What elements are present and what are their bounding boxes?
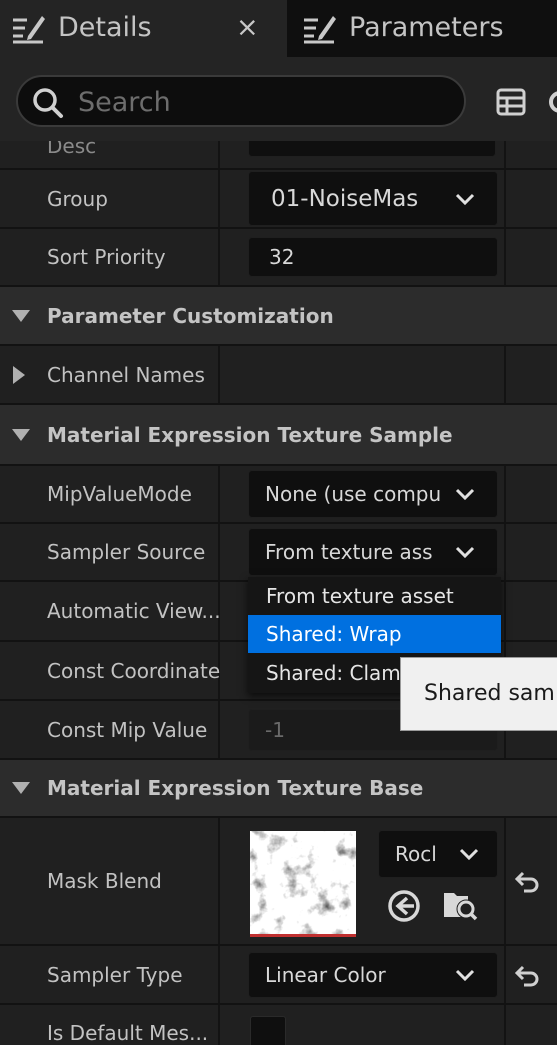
- gear-icon[interactable]: [545, 87, 557, 117]
- chevron-down-icon: [455, 969, 475, 981]
- sampler-type-value: Linear Color: [265, 963, 386, 987]
- tooltip: Shared sam: [400, 657, 557, 731]
- property-row-mip-value-mode: MipValueMode None (use compu: [0, 466, 557, 524]
- channel-names-label: Channel Names: [47, 362, 205, 387]
- sort-priority-label: Sort Priority: [47, 245, 166, 269]
- chevron-down-icon: [455, 546, 475, 558]
- menu-item-label: Shared: Wrap: [266, 622, 402, 646]
- category-texture-base[interactable]: Material Expression Texture Base: [0, 760, 557, 818]
- automatic-view-label: Automatic View...: [47, 599, 221, 623]
- menu-item-from-texture-asset[interactable]: From texture asset: [248, 577, 501, 615]
- category-texture-sample[interactable]: Material Expression Texture Sample: [0, 405, 557, 466]
- category-parameter-customization[interactable]: Parameter Customization: [0, 287, 557, 346]
- is-default-mesh-checkbox[interactable]: [250, 1016, 286, 1045]
- property-row-sort-priority: Sort Priority 32: [0, 229, 557, 287]
- chevron-down-icon: [455, 488, 475, 500]
- tab-details-label: Details: [58, 12, 152, 43]
- group-value: 01-NoiseMas: [271, 185, 419, 212]
- menu-item-label: From texture asset: [266, 584, 454, 608]
- tab-details[interactable]: Details ×: [0, 0, 287, 57]
- collapse-arrow-icon: [12, 782, 30, 794]
- desc-label: Desc: [47, 141, 97, 159]
- collapse-arrow-icon: [12, 309, 30, 322]
- menu-item-shared-wrap[interactable]: Shared: Wrap: [248, 615, 501, 653]
- group-combo[interactable]: 01-NoiseMas: [248, 171, 498, 226]
- mip-value-mode-label: MipValueMode: [47, 482, 192, 506]
- search-icon: [33, 88, 63, 118]
- search-box[interactable]: [16, 75, 466, 127]
- sampler-type-combo[interactable]: Linear Color: [248, 952, 498, 998]
- sort-priority-value: 32: [269, 245, 295, 269]
- tab-parameters-label: Parameters: [349, 12, 504, 43]
- property-row-sampler-type: Sampler Type Linear Color: [0, 946, 557, 1005]
- table-icon[interactable]: [496, 87, 526, 117]
- close-icon[interactable]: ×: [236, 12, 259, 43]
- use-selected-asset-icon[interactable]: [387, 889, 421, 923]
- mip-value-mode-combo[interactable]: None (use compu: [248, 470, 498, 518]
- mip-value-mode-value: None (use compu: [265, 482, 441, 506]
- search-input[interactable]: [78, 86, 458, 118]
- chevron-down-icon: [459, 848, 479, 860]
- const-coordinate-label: Const Coordinate: [47, 658, 221, 683]
- const-mip-value-value: -1: [265, 718, 285, 742]
- reset-to-default-icon[interactable]: [514, 870, 542, 894]
- sampler-source-combo[interactable]: From texture ass: [248, 528, 498, 576]
- noise-texture-image: [250, 831, 356, 934]
- reset-to-default-icon[interactable]: [514, 964, 542, 988]
- mask-blend-label: Mask Blend: [47, 869, 162, 893]
- category-parameter-customization-label: Parameter Customization: [47, 303, 334, 328]
- collapse-arrow-icon: [12, 428, 30, 441]
- tab-parameters[interactable]: Parameters: [287, 0, 557, 57]
- browse-asset-icon[interactable]: [442, 887, 478, 921]
- category-texture-base-label: Material Expression Texture Base: [47, 776, 424, 800]
- details-icon: [13, 16, 45, 44]
- sampler-source-value: From texture ass: [265, 540, 433, 564]
- chevron-down-icon: [455, 193, 475, 205]
- expand-arrow-icon[interactable]: [12, 365, 26, 385]
- category-texture-sample-label: Material Expression Texture Sample: [47, 422, 453, 447]
- sampler-type-label: Sampler Type: [47, 962, 183, 987]
- const-mip-value-label: Const Mip Value: [47, 717, 208, 742]
- property-row-sampler-source: Sampler Source From texture ass: [0, 524, 557, 582]
- search-row: [0, 57, 557, 141]
- tooltip-text: Shared sam: [424, 681, 555, 706]
- sampler-source-label: Sampler Source: [47, 540, 206, 564]
- texture-thumbnail[interactable]: [250, 831, 356, 937]
- tab-bar: Details × Parameters: [0, 0, 557, 57]
- is-default-mesh-label: Is Default Mes...: [47, 1021, 209, 1045]
- menu-item-label: Shared: Clam: [266, 661, 401, 685]
- parameters-icon: [304, 16, 336, 44]
- desc-field[interactable]: [248, 141, 496, 157]
- property-row-channel-names[interactable]: Channel Names: [0, 346, 557, 405]
- asset-combo[interactable]: Rocl: [378, 830, 498, 878]
- property-row-desc: Desc: [0, 141, 557, 170]
- sort-priority-input[interactable]: 32: [248, 237, 498, 277]
- property-row-group: Group 01-NoiseMas: [0, 170, 557, 229]
- asset-combo-value: Rocl: [395, 842, 437, 866]
- group-label: Group: [47, 186, 108, 211]
